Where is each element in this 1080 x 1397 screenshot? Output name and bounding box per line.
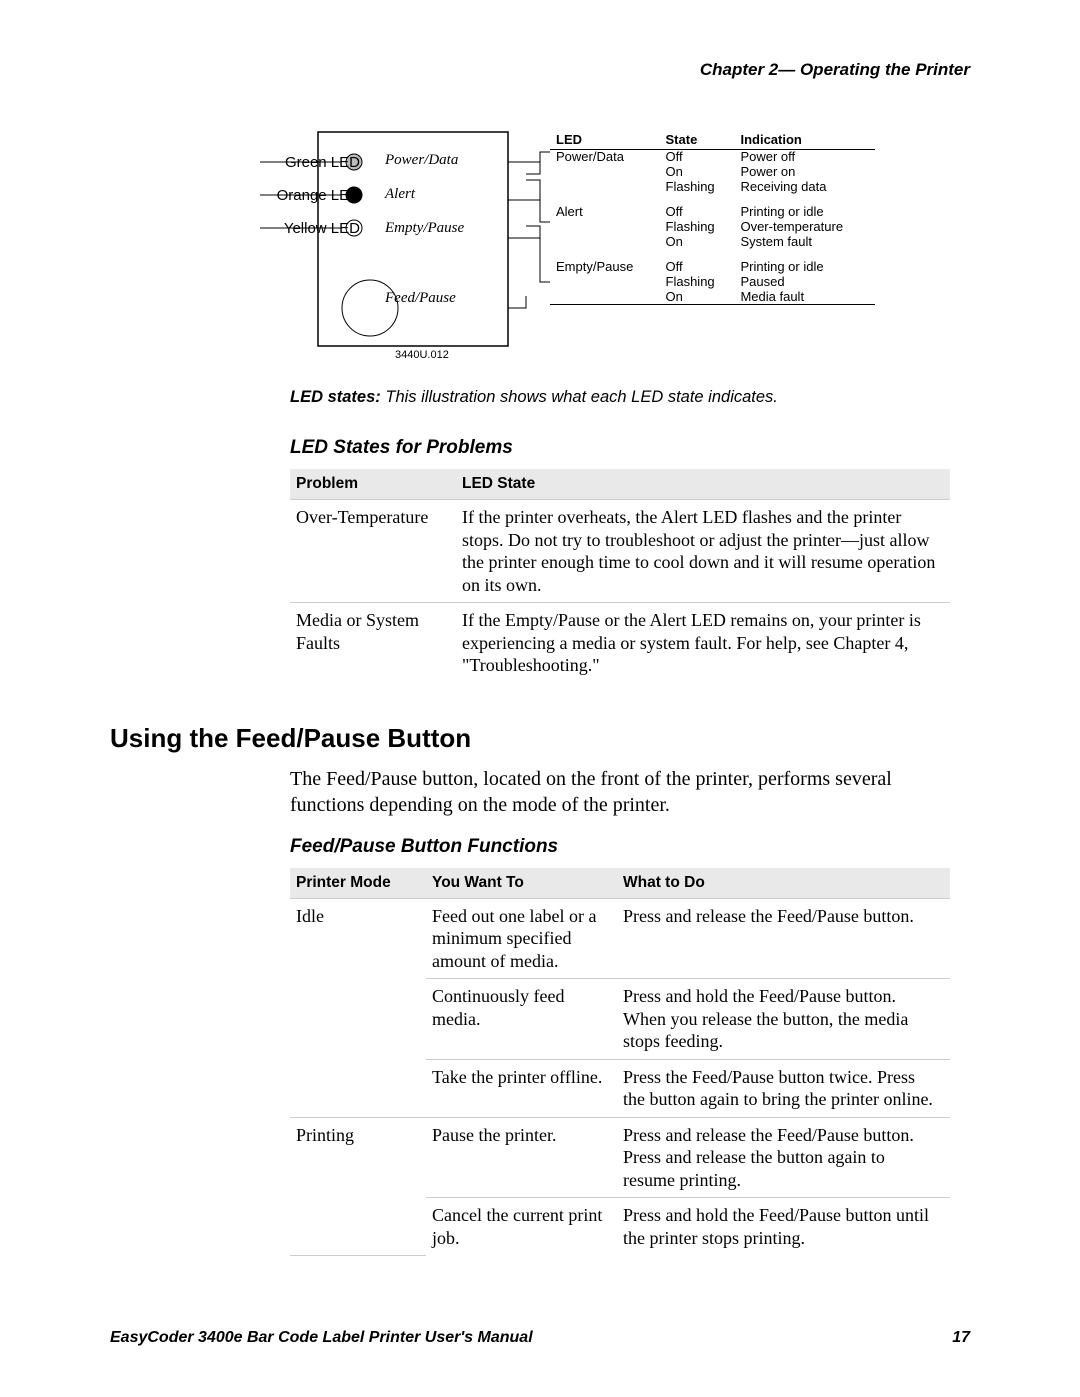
cell: Media or System Faults <box>290 603 456 683</box>
label-green-led: Green LED <box>285 154 360 171</box>
cell: If the printer overheats, the Alert LED … <box>456 500 950 603</box>
cell: Take the printer offline. <box>426 1059 617 1117</box>
panel-label-alert: Alert <box>385 186 415 203</box>
feed-pause-intro: The Feed/Pause button, located on the fr… <box>290 766 950 818</box>
table-row: Idle Feed out one label or a minimum spe… <box>290 898 950 979</box>
col-header-do: What to Do <box>617 868 950 899</box>
cell: Press the Feed/Pause button twice. Press… <box>617 1059 950 1117</box>
cell: Idle <box>290 898 426 1117</box>
col-header-state: State <box>660 130 735 150</box>
cell: If the Empty/Pause or the Alert LED rema… <box>456 603 950 683</box>
cell: Press and release the Feed/Pause button.… <box>617 1117 950 1198</box>
col-header-mode: Printer Mode <box>290 868 426 899</box>
col-header-indication: Indication <box>734 130 875 150</box>
footer-page-number: 17 <box>952 1329 970 1347</box>
page: Chapter 2— Operating the Printer <box>0 0 1080 1397</box>
cell: Continuously feed media. <box>426 979 617 1060</box>
cell: Printing or idle <box>734 250 875 275</box>
functions-table-title: Feed/Pause Button Functions <box>290 836 970 858</box>
led-state-table: LED State Indication Power/Data Off Powe… <box>550 130 875 305</box>
figure-caption: LED states: This illustration shows what… <box>290 388 970 407</box>
cell: Alert <box>550 195 660 220</box>
footer-manual-title: EasyCoder 3400e Bar Code Label Printer U… <box>110 1329 533 1347</box>
label-orange-led: Orange LED <box>277 187 360 204</box>
section-heading-feed-pause: Using the Feed/Pause Button <box>110 723 970 754</box>
cell: Power on <box>734 165 875 180</box>
figure-caption-lead: LED states: <box>290 388 381 406</box>
col-header-problem: Problem <box>290 469 456 500</box>
cell: Paused <box>734 275 875 290</box>
part-number: 3440U.012 <box>395 349 449 361</box>
cell: Off <box>660 195 735 220</box>
cell: Over-Temperature <box>290 500 456 603</box>
running-header: Chapter 2— Operating the Printer <box>110 60 970 80</box>
functions-table: Printer Mode You Want To What to Do Idle… <box>290 868 950 1256</box>
led-diagram: Green LED Orange LED Yellow LED Power/Da… <box>170 130 960 380</box>
label-yellow-led: Yellow LED <box>284 220 360 237</box>
cell: Flashing <box>660 180 735 195</box>
cell: Flashing <box>660 220 735 235</box>
cell: Flashing <box>660 275 735 290</box>
panel-label-empty-pause: Empty/Pause <box>385 220 464 237</box>
cell: Receiving data <box>734 180 875 195</box>
cell: Off <box>660 150 735 165</box>
cell: On <box>660 290 735 305</box>
cell: Power off <box>734 150 875 165</box>
cell: Press and release the Feed/Pause button. <box>617 898 950 979</box>
table-row: Printing Pause the printer. Press and re… <box>290 1117 950 1198</box>
cell: Printing <box>290 1117 426 1255</box>
col-header-led: LED <box>550 130 660 150</box>
table-row: Media or System Faults If the Empty/Paus… <box>290 603 950 683</box>
cell: Printing or idle <box>734 195 875 220</box>
cell: Empty/Pause <box>550 250 660 275</box>
cell: Press and hold the Feed/Pause button unt… <box>617 1198 950 1256</box>
cell: Press and hold the Feed/Pause button. Wh… <box>617 979 950 1060</box>
col-header-ledstate: LED State <box>456 469 950 500</box>
cell: Pause the printer. <box>426 1117 617 1198</box>
problems-table-title: LED States for Problems <box>290 437 970 459</box>
cell: On <box>660 235 735 250</box>
cell: On <box>660 165 735 180</box>
panel-label-feed-pause: Feed/Pause <box>385 290 456 307</box>
cell: Off <box>660 250 735 275</box>
table-row: Over-Temperature If the printer overheat… <box>290 500 950 603</box>
problems-table: Problem LED State Over-Temperature If th… <box>290 469 950 683</box>
cell: Feed out one label or a minimum specifie… <box>426 898 617 979</box>
cell: Power/Data <box>550 150 660 165</box>
cell: System fault <box>734 235 875 250</box>
panel-label-power-data: Power/Data <box>385 152 458 169</box>
figure-caption-rest: This illustration shows what each LED st… <box>381 388 778 406</box>
col-header-want: You Want To <box>426 868 617 899</box>
page-footer: EasyCoder 3400e Bar Code Label Printer U… <box>110 1329 970 1347</box>
cell: Over-temperature <box>734 220 875 235</box>
cell: Media fault <box>734 290 875 305</box>
cell: Cancel the current print job. <box>426 1198 617 1256</box>
